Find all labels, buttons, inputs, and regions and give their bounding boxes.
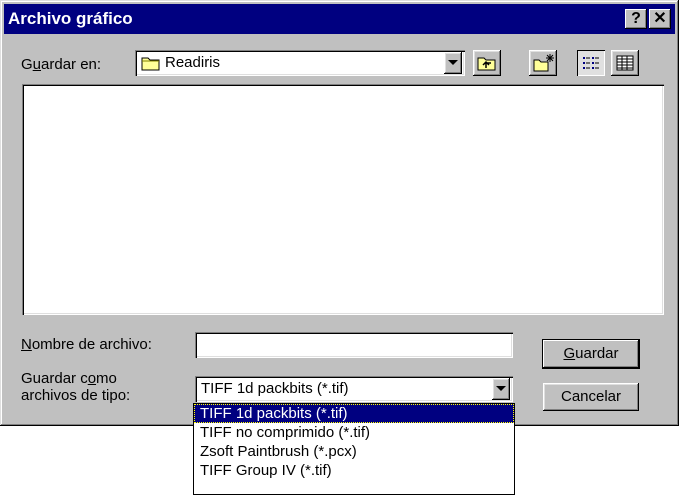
details-view-button[interactable] xyxy=(611,50,639,76)
chevron-down-icon xyxy=(496,386,506,391)
filetype-label-line2: archivos de tipo: xyxy=(21,387,131,404)
filetype-label-line1: Guardar como xyxy=(21,370,117,387)
filetype-dropdown-button[interactable] xyxy=(492,378,510,400)
new-folder-button[interactable] xyxy=(529,50,557,76)
filename-label: Nombre de archivo: xyxy=(21,336,152,353)
file-list-area[interactable] xyxy=(22,84,664,315)
help-button[interactable]: ? xyxy=(625,9,647,29)
cancel-button[interactable]: Cancelar xyxy=(543,383,639,411)
close-button[interactable]: ✕ xyxy=(649,9,671,29)
new-folder-icon xyxy=(533,54,554,72)
save-in-value: Readiris xyxy=(165,54,221,71)
filename-input[interactable] xyxy=(195,332,513,358)
filetype-option[interactable]: Zsoft Paintbrush (*.pcx) xyxy=(194,442,514,461)
save-in-dropdown[interactable]: Readiris xyxy=(135,50,465,76)
save-dialog: Archivo gráfico ? ✕ Guardar en: Readiris xyxy=(0,0,679,426)
title-bar[interactable]: Archivo gráfico ? ✕ xyxy=(4,4,675,34)
filetype-options-list[interactable]: TIFF 1d packbits (*.tif) TIFF no comprim… xyxy=(193,403,515,495)
save-in-label: Guardar en: xyxy=(21,56,102,73)
filetype-option[interactable]: TIFF Group IV (*.tif) xyxy=(194,461,514,480)
list-view-button[interactable] xyxy=(577,50,605,76)
window-title: Archivo gráfico xyxy=(8,9,133,28)
save-button[interactable]: Guardar xyxy=(543,340,639,368)
filetype-option[interactable]: TIFF 1d packbits (*.tif) xyxy=(194,404,514,423)
filetype-value: TIFF 1d packbits (*.tif) xyxy=(201,380,349,397)
save-in-dropdown-button[interactable] xyxy=(444,52,462,74)
folder-icon xyxy=(141,57,160,71)
details-view-icon xyxy=(616,55,634,71)
up-one-level-button[interactable] xyxy=(473,50,501,76)
list-view-icon xyxy=(583,57,599,69)
filetype-option[interactable]: TIFF no comprimido (*.tif) xyxy=(194,423,514,442)
up-one-level-icon xyxy=(477,57,496,71)
close-icon: ✕ xyxy=(653,10,667,27)
filetype-dropdown[interactable]: TIFF 1d packbits (*.tif) xyxy=(195,376,513,402)
chevron-down-icon xyxy=(448,60,458,65)
